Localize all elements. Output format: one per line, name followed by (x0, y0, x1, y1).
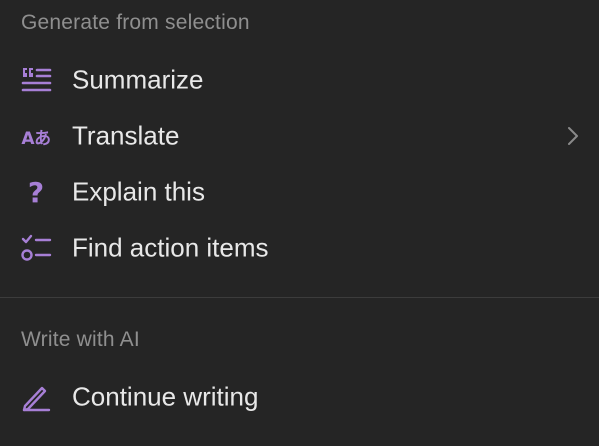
menu-item-label: Translate (72, 120, 180, 151)
question-mark-glyph: ? (27, 175, 45, 209)
section-header-generate-from-selection: Generate from selection (21, 11, 250, 34)
menu-item-continue-writing[interactable]: Continue writing (0, 371, 599, 423)
menu-item-find-action-items[interactable]: Find action items (0, 222, 599, 274)
checklist-icon (18, 232, 54, 264)
question-mark-icon: ? (18, 175, 54, 209)
section-divider (0, 297, 599, 298)
section-header-write-with-ai: Write with AI (21, 328, 140, 351)
chevron-right-icon (565, 124, 581, 148)
ai-context-menu: Generate from selection Summarize Aあ Tra… (0, 0, 599, 446)
menu-item-summarize[interactable]: Summarize (0, 54, 599, 106)
menu-item-label: Continue writing (72, 381, 259, 412)
menu-item-translate[interactable]: Aあ Translate (0, 110, 599, 162)
menu-item-explain-this[interactable]: ? Explain this (0, 166, 599, 218)
quote-lines-icon (18, 64, 54, 96)
pen-icon (18, 381, 54, 413)
menu-item-label: Summarize (72, 64, 204, 95)
menu-item-label: Explain this (72, 176, 205, 207)
menu-item-label: Find action items (72, 232, 269, 263)
translate-icon-glyph: Aあ (21, 128, 51, 149)
translate-icon: Aあ (18, 120, 54, 152)
